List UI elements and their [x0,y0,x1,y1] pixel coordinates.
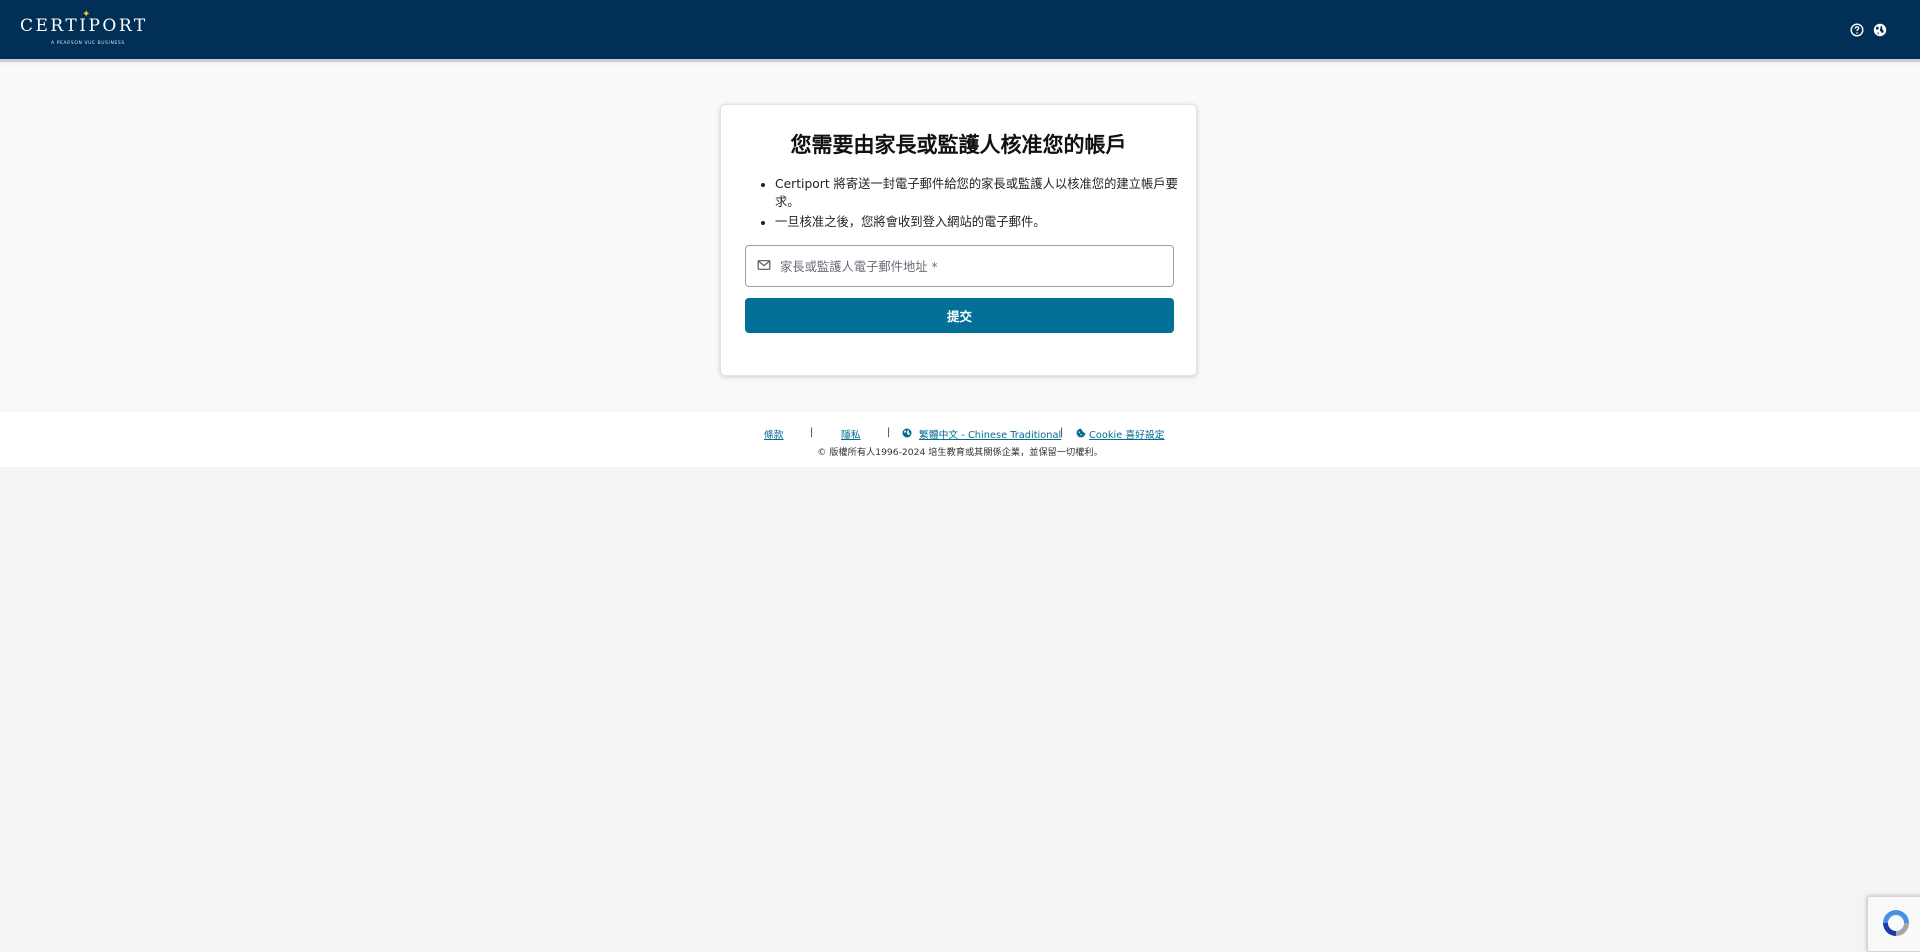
mail-icon [757,260,771,270]
top-header: CERTIPORT ✦ A PEARSON VUE BUSINESS [0,0,1920,62]
instructions-list: Certiport 將寄送一封電子郵件給您的家長或監護人以核准您的建立帳戶要求。… [745,175,1195,233]
help-icon[interactable] [1850,23,1864,37]
privacy-link[interactable]: 隱私 [841,427,861,441]
footer: 條款 | 隱私 | 繁體中文 - Chinese Traditional | C… [0,412,1920,467]
globe-icon [902,428,912,438]
logo-subtitle: A PEARSON VUE BUSINESS [51,41,125,46]
footer-separator: | [887,427,891,438]
globe-icon[interactable] [1873,23,1887,37]
footer-separator: | [810,427,814,438]
card-title: 您需要由家長或監護人核准您的帳戶 [790,133,1127,157]
terms-link[interactable]: 條款 [764,427,784,441]
instruction-item: Certiport 將寄送一封電子郵件給您的家長或監護人以核准您的建立帳戶要求。 [775,175,1195,211]
cookie-preferences-link[interactable]: Cookie 喜好設定 [1089,427,1165,441]
instruction-item: 一旦核准之後，您將會收到登入網站的電子郵件。 [775,213,1195,231]
copyright-text: © 版權所有人1996-2024 培生教育或其關係企業，並保留一切權利。 [817,447,1103,458]
parent-email-field[interactable] [745,245,1174,288]
logo-star-icon: ✦ [82,9,91,20]
language-link[interactable]: 繁體中文 - Chinese Traditional [919,427,1061,441]
parent-email-input[interactable] [778,246,1162,288]
submit-button[interactable]: 提交 [745,298,1174,333]
footer-links: 條款 | 隱私 | 繁體中文 - Chinese Traditional | C… [0,427,1920,441]
certiport-logo[interactable]: CERTIPORT ✦ A PEARSON VUE BUSINESS [20,10,150,48]
footer-separator: | [1060,427,1064,438]
cookie-icon [1076,428,1086,438]
recaptcha-badge[interactable] [1867,896,1920,952]
recaptcha-icon [1883,910,1909,936]
approval-card: 您需要由家長或監護人核准您的帳戶 Certiport 將寄送一封電子郵件給您的家… [720,104,1197,376]
